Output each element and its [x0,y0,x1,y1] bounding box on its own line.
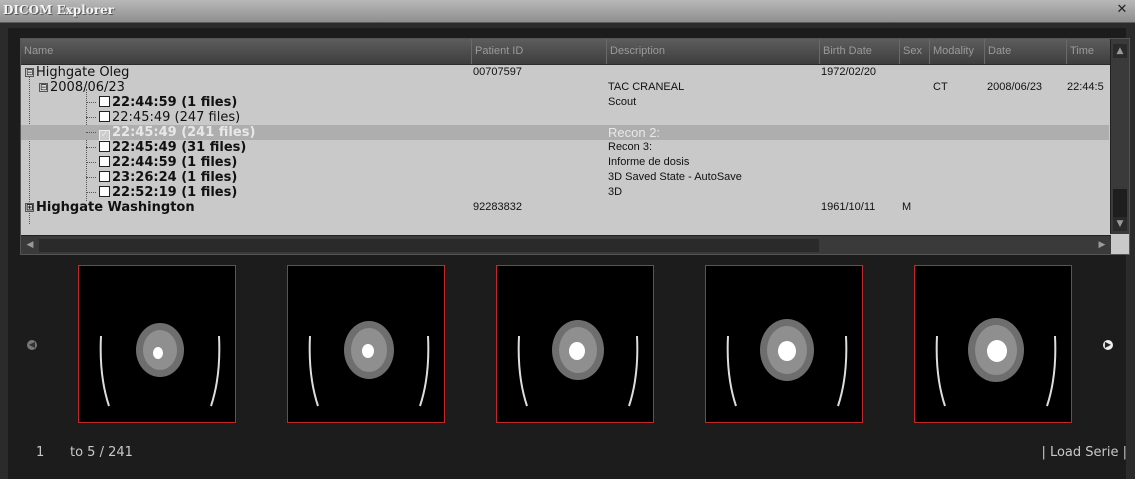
col-header-sex[interactable]: Sex [899,39,929,64]
table-row[interactable]: 22:44:59 (1 files) Scout [21,95,1109,110]
ct-slice-image [935,318,1057,407]
title-bar: DICOM Explorer ✕ [0,0,1135,23]
chevron-left-icon[interactable]: ◀ [27,340,37,350]
expand-icon[interactable]: ⊞ [25,203,34,213]
col-header-modality[interactable]: Modality [929,39,984,64]
vertical-scrollbar[interactable]: ▲ ▼ [1110,39,1129,234]
series-label: 22:44:59 (1 files) [112,155,238,170]
chevron-right-icon[interactable]: ▶ [1103,340,1113,350]
series-checkbox[interactable] [99,186,110,197]
table-row[interactable]: 22:45:49 (31 files) Recon 3: [21,140,1109,155]
scroll-thumb[interactable] [1113,189,1127,217]
table-row[interactable]: ⊟ Highgate Oleg 00707597 1972/02/20 [21,65,1109,80]
thumbnail-image[interactable] [78,265,236,423]
ct-slice-image [308,321,430,407]
scroll-thumb-horizontal[interactable] [39,239,819,252]
table-row[interactable]: 22:52:19 (1 files) 3D [21,185,1109,200]
col-header-patient-id[interactable]: Patient ID [471,39,606,64]
study-date: 2008/06/23 [50,80,125,95]
thumbnail-strip: ◀ ▶ [0,265,1135,430]
tree-line [86,117,96,118]
table-row[interactable]: 22:44:59 (1 files) Informe de dosis [21,155,1109,170]
close-icon[interactable]: ✕ [1115,3,1129,17]
series-checkbox[interactable] [99,111,110,122]
birth-date: 1961/10/11 [821,201,876,213]
load-serie-button[interactable]: | Load Serie | [1041,445,1127,460]
tree-line [86,192,96,193]
ct-slice-image [517,320,639,407]
table-row[interactable]: ⊞ Highgate Washington 92283832 1961/10/11… [21,200,1109,215]
horizontal-scrollbar[interactable]: ◀ ▶ [21,235,1111,254]
table-body: ⊟ Highgate Oleg 00707597 1972/02/20 ⊟ 2008… [21,65,1109,235]
table-row[interactable]: 22:45:49 (247 files) [21,110,1109,125]
description: Recon 2: [608,125,661,140]
tree-line [86,177,96,178]
col-header-description[interactable]: Description [606,39,819,64]
description: Scout [608,96,637,108]
series-checkbox[interactable] [99,156,110,167]
patient-name: Highgate Washington [36,200,195,215]
description: Recon 3: [608,141,653,153]
sex: M [902,201,912,213]
thumbnail-image[interactable] [496,265,654,423]
study-date-cell: 2008/06/23 [987,81,1043,93]
col-header-birth-date[interactable]: Birth Date [819,39,899,64]
scroll-left-icon[interactable]: ◀ [23,238,37,252]
collapse-icon[interactable]: ⊟ [39,83,48,93]
ct-slice-image [99,323,221,407]
series-label: 22:45:49 (31 files) [112,140,247,155]
thumbnail-image[interactable] [914,265,1072,423]
series-checkbox[interactable] [99,171,110,182]
thumbnail-image[interactable] [705,265,863,423]
patient-id: 00707597 [473,66,522,78]
scroll-down-icon[interactable]: ▼ [1113,217,1127,231]
table-row[interactable]: ⊟ 2008/06/23 TAC CRANEAL CT 2008/06/23 22… [21,80,1109,95]
table-row-selected[interactable]: ✓ 22:45:49 (241 files) Recon 2: [21,125,1109,141]
thumbnail-image[interactable] [287,265,445,423]
description: Informe de dosis [608,156,690,168]
description: 3D Saved State - AutoSave [608,171,742,183]
series-checkbox[interactable] [99,96,110,107]
scroll-right-icon[interactable]: ▶ [1095,238,1109,252]
series-label: 22:45:49 (241 files) [112,125,256,140]
scroll-up-icon[interactable]: ▲ [1113,44,1127,58]
study-time: 22:44:5 [1067,81,1104,93]
series-label: 22:52:19 (1 files) [112,185,238,200]
description: TAC CRANEAL [608,81,685,93]
page-range: to 5 / 241 [70,445,133,460]
col-header-time[interactable]: Time [1066,39,1111,64]
birth-date: 1972/02/20 [821,66,877,78]
table-header: Name Patient ID Description Birth Date S… [21,39,1129,65]
ct-slice-image [726,319,848,407]
tree-line [86,132,96,133]
modality: CT [933,81,948,93]
col-header-name[interactable]: Name [21,39,471,64]
series-label: 23:26:24 (1 files) [112,170,238,185]
table-row[interactable]: 23:26:24 (1 files) 3D Saved State - Auto… [21,170,1109,185]
description: 3D [608,186,623,198]
page-start[interactable]: 1 [36,445,44,460]
tree-line [86,147,96,148]
col-header-date[interactable]: Date [984,39,1066,64]
tree-line [86,162,96,163]
series-label: 22:45:49 (247 files) [112,110,241,125]
pagination-footer: 1 to 5 / 241 | Load Serie | [0,445,1135,469]
series-checkbox[interactable] [99,141,110,152]
series-label: 22:44:59 (1 files) [112,95,238,110]
collapse-icon[interactable]: ⊟ [25,68,34,78]
window-title: DICOM Explorer [3,3,115,17]
tree-line [86,102,96,103]
patient-id: 92283832 [473,201,522,213]
patient-name: Highgate Oleg [36,65,130,80]
series-tree-table: Name Patient ID Description Birth Date S… [20,38,1130,255]
